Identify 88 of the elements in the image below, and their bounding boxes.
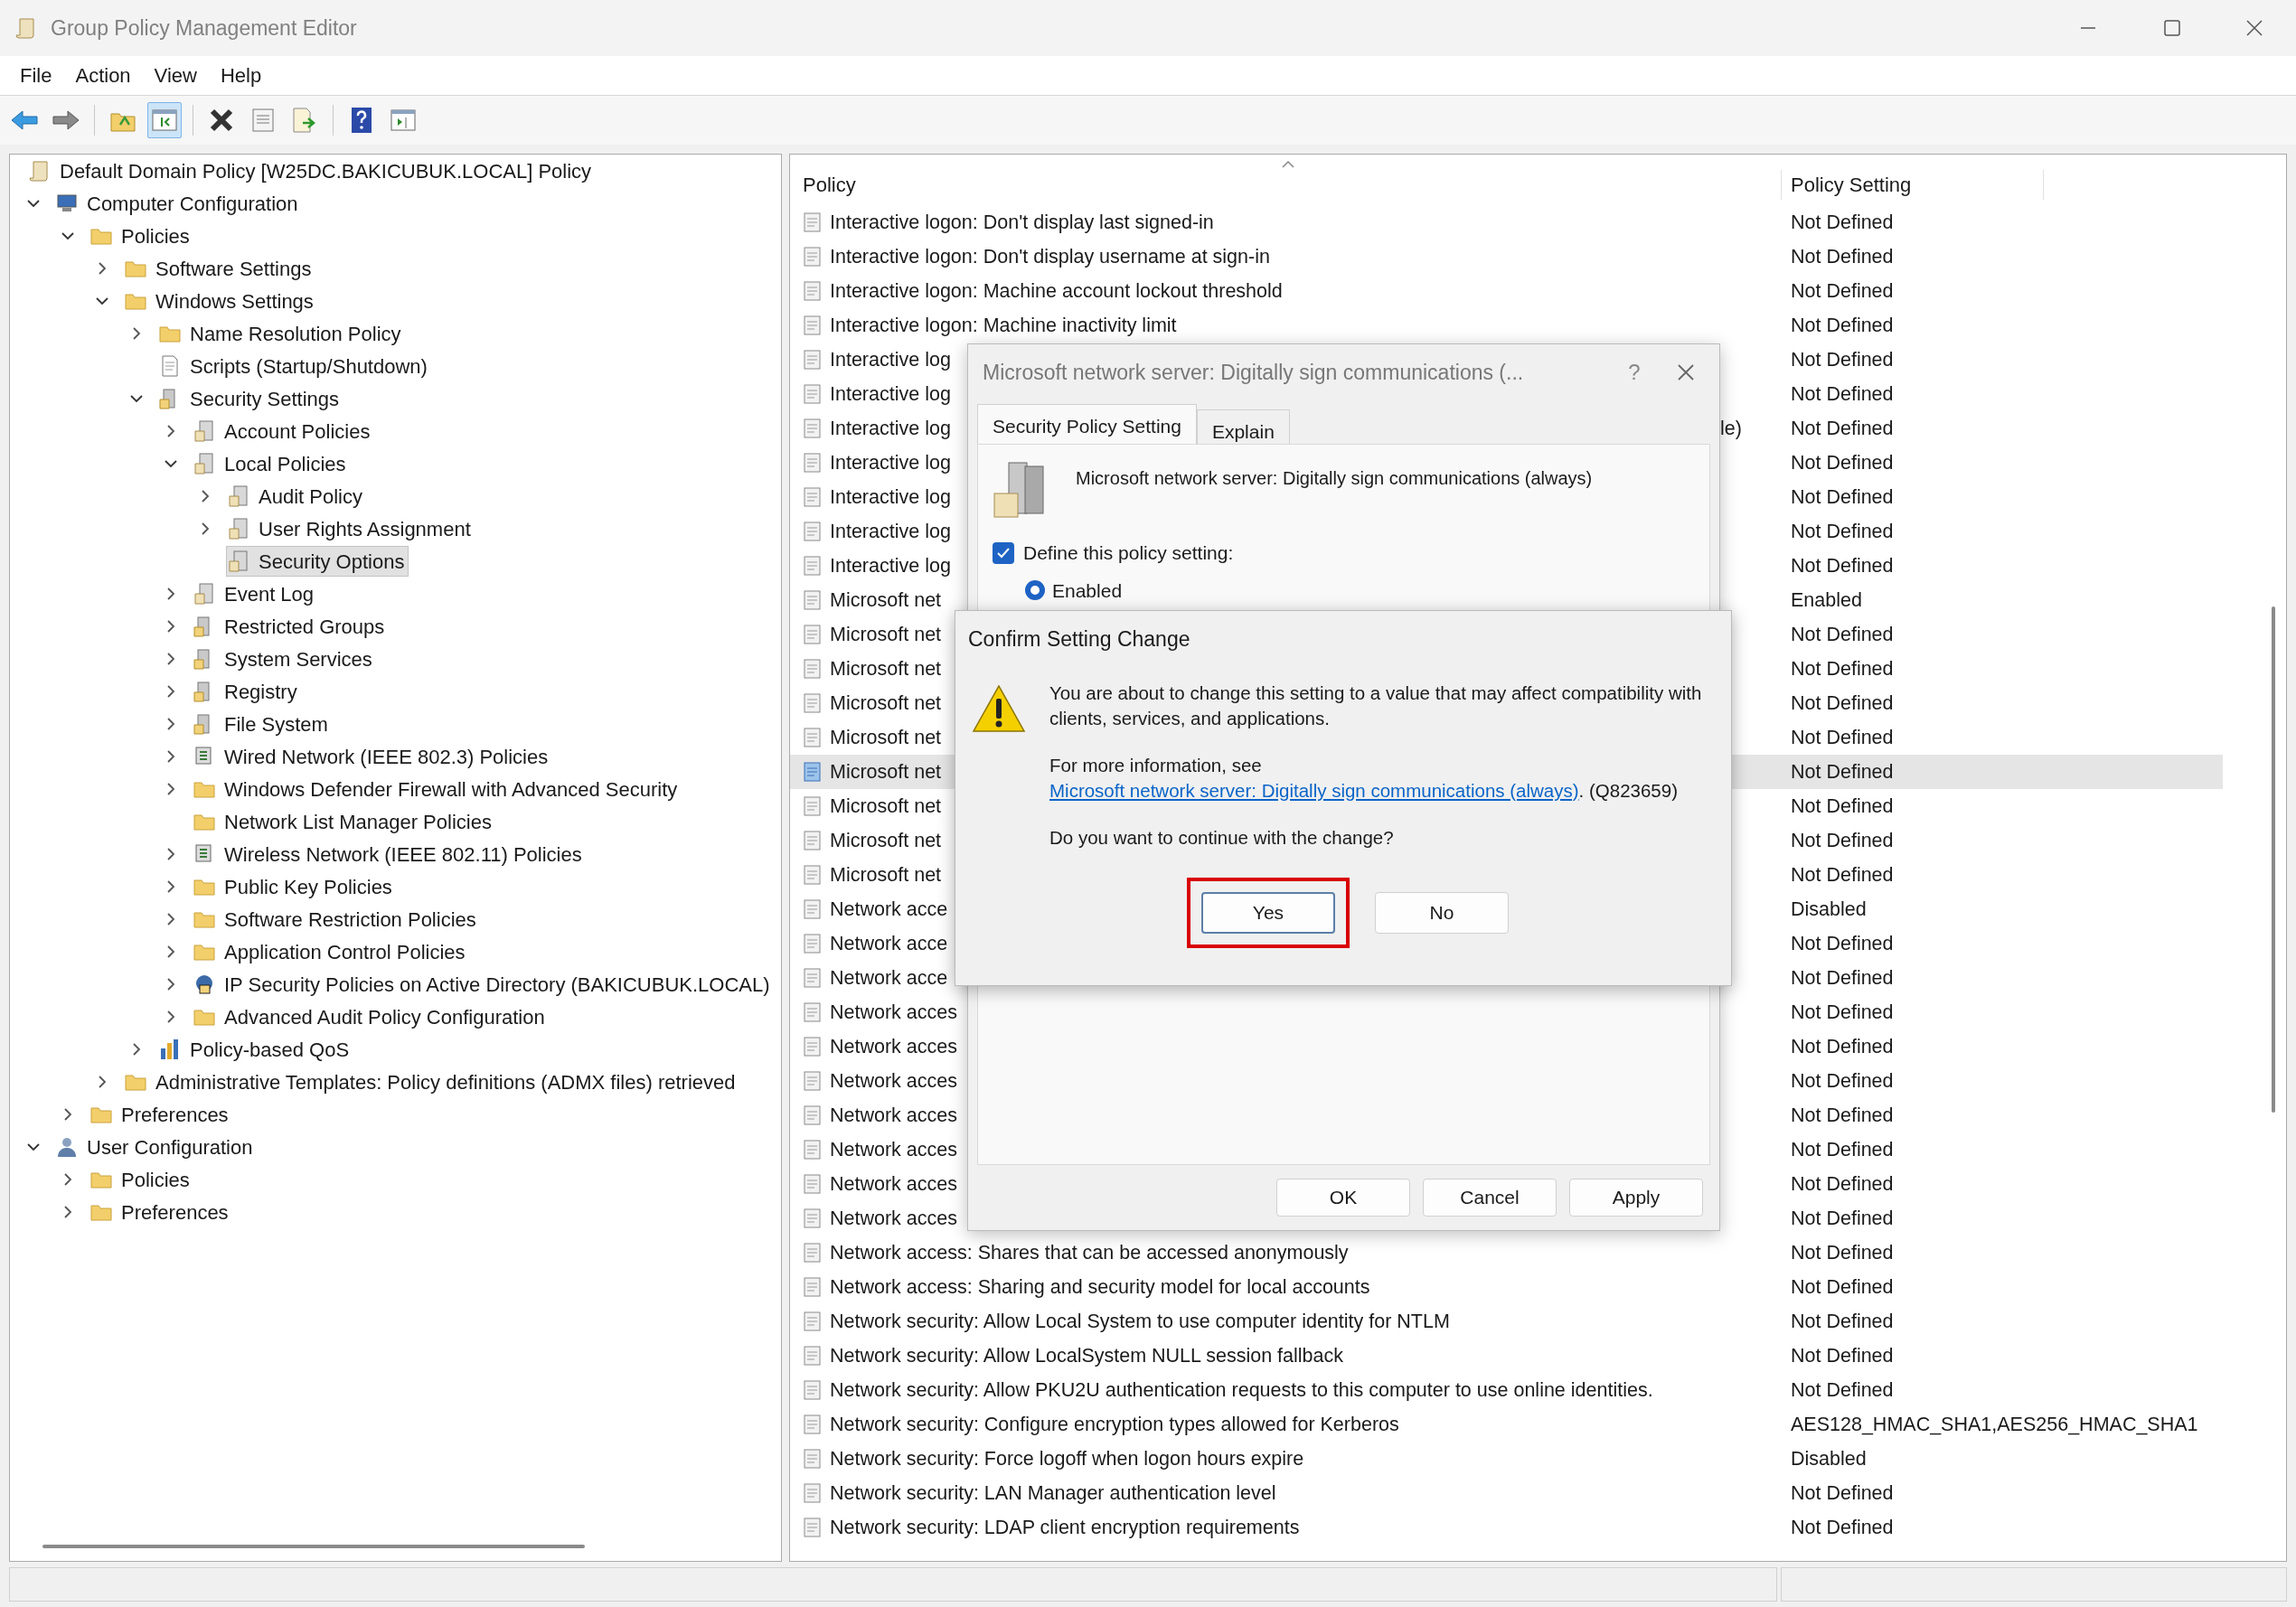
policy-name: Network acces xyxy=(830,1034,957,1059)
policy-setting: Not Defined xyxy=(1790,656,1894,681)
policy-name: Network acces xyxy=(830,1068,957,1094)
policy-name: Network acces xyxy=(830,1171,957,1197)
policy-name: Microsoft net xyxy=(830,622,942,647)
policy-setting: Not Defined xyxy=(1790,1309,1894,1334)
policy-setting: Not Defined xyxy=(1790,347,1894,372)
policy-setting: Enabled xyxy=(1790,587,1862,613)
policy-setting: Not Defined xyxy=(1790,691,1894,716)
dialog-title: Confirm Setting Change xyxy=(967,626,1191,653)
radio-label: Enabled xyxy=(1052,578,1123,603)
policy-name: Interactive log xyxy=(830,484,951,510)
policy-name: Network security: Configure encryption types allowed for Kerberos xyxy=(830,1412,1399,1437)
policy-setting: Not Defined xyxy=(1790,210,1894,235)
policy-name: Network security: Allow PKU2U authentication requests to this computer to use online identities. xyxy=(830,1377,1653,1403)
policy-setting: Not Defined xyxy=(1790,484,1894,510)
policy-name: Microsoft net xyxy=(830,794,942,819)
policy-setting: Not Defined xyxy=(1790,416,1894,441)
policy-name: Microsoft net xyxy=(830,691,942,716)
policy-setting: Not Defined xyxy=(1790,450,1894,475)
policy-setting: Not Defined xyxy=(1790,244,1894,269)
policy-setting: Not Defined xyxy=(1790,931,1894,956)
policy-name: Interactive log xyxy=(830,450,951,475)
policy-name: Network acce xyxy=(830,965,948,991)
policy-name: Interactive logon: Don't display last signed-in xyxy=(830,210,1214,235)
policy-setting: Not Defined xyxy=(1790,759,1894,785)
policy-name: Network acces xyxy=(830,1206,957,1231)
dialog-title: Microsoft network server: Digitally sign communications (... xyxy=(983,359,1524,386)
policy-setting: Not Defined xyxy=(1790,519,1894,544)
policy-setting: Not Defined xyxy=(1790,725,1894,750)
policy-setting: Not Defined xyxy=(1790,794,1894,819)
policy-setting: Not Defined xyxy=(1790,1000,1894,1025)
policy-name: Microsoft net xyxy=(830,587,942,613)
policy-setting: Disabled xyxy=(1790,897,1867,922)
policy-name: Network security: Force logoff when logon hours expire xyxy=(830,1446,1304,1471)
policy-setting: Not Defined xyxy=(1790,1137,1894,1162)
policy-setting: Not Defined xyxy=(1790,862,1894,888)
policy-name: Network access: Shares that can be accessed anonymously xyxy=(830,1240,1349,1265)
policy-name: Interactive log xyxy=(830,381,951,407)
policy-name: Microsoft net xyxy=(830,725,942,750)
policy-setting: Not Defined xyxy=(1790,965,1894,991)
policy-name: le) xyxy=(1720,416,1742,441)
policy-name: Interactive log xyxy=(830,553,951,578)
policy-setting: Not Defined xyxy=(1790,381,1894,407)
checkbox-label: Define this policy setting: xyxy=(1023,541,1234,565)
policy-name: Network access: Sharing and security model for local accounts xyxy=(830,1274,1370,1300)
policy-setting: Not Defined xyxy=(1790,1480,1894,1506)
window-title: Group Policy Management Editor xyxy=(51,14,357,42)
policy-setting: Not Defined xyxy=(1790,1343,1894,1368)
policy-setting: Not Defined xyxy=(1790,1171,1894,1197)
policy-name: Network security: Allow LocalSystem NULL session fallback xyxy=(830,1343,1343,1368)
policy-name: Microsoft net xyxy=(830,759,942,785)
policy-setting: Not Defined xyxy=(1790,1377,1894,1403)
info-text: For more information, see Microsoft network server: Digitally sign communications (always). (Q823659) xyxy=(1049,753,1679,803)
policy-name: Network acce xyxy=(830,931,948,956)
policy-name: Microsoft net xyxy=(830,828,942,853)
policy-name: Network acces xyxy=(830,1000,957,1025)
policy-setting: Not Defined xyxy=(1790,1240,1894,1265)
policy-name: Network security: LDAP client encryption requirements xyxy=(830,1515,1300,1540)
policy-name: Microsoft net xyxy=(830,656,942,681)
policy-name: Network acce xyxy=(830,897,948,922)
policy-setting: Not Defined xyxy=(1790,622,1894,647)
policy-name: Microsoft net xyxy=(830,862,942,888)
policy-name: Interactive log xyxy=(830,416,951,441)
warning-message: You are about to change this setting to a value that may affect compatibility with clients, services, and applications. xyxy=(1049,681,1703,730)
policy-name: Interactive logon: Don't display username at sign-in xyxy=(830,244,1270,269)
policy-name: Network security: Allow Local System to use computer identity for NTLM xyxy=(830,1309,1450,1334)
policy-setting: Disabled xyxy=(1790,1446,1867,1471)
question-text: Do you want to continue with the change? xyxy=(1049,825,1395,850)
policy-setting: Not Defined xyxy=(1790,1206,1894,1231)
policy-setting: Not Defined xyxy=(1790,313,1894,338)
policy-name: Network security: LAN Manager authentication level xyxy=(830,1480,1276,1506)
policy-name: Interactive log xyxy=(830,347,951,372)
policy-setting: Not Defined xyxy=(1790,1068,1894,1094)
policy-name: Interactive logon: Machine account lockout threshold xyxy=(830,278,1283,304)
policy-name: Interactive log xyxy=(830,519,951,544)
policy-name: Network acces xyxy=(830,1103,957,1128)
policy-title: Microsoft network server: Digitally sign communications (always) xyxy=(1076,467,1593,490)
policy-setting: AES128_HMAC_SHA1,AES256_HMAC_SHA1 xyxy=(1790,1412,2198,1437)
policy-setting: Not Defined xyxy=(1790,1034,1894,1059)
policy-name: Network acces xyxy=(830,1137,957,1162)
policy-name: Interactive logon: Machine inactivity limit xyxy=(830,313,1177,338)
policy-setting: Not Defined xyxy=(1790,1515,1894,1540)
policy-setting: Not Defined xyxy=(1790,1274,1894,1300)
policy-setting: Not Defined xyxy=(1790,828,1894,853)
policy-setting: Not Defined xyxy=(1790,1103,1894,1128)
policy-setting: Not Defined xyxy=(1790,278,1894,304)
policy-setting: Not Defined xyxy=(1790,553,1894,578)
